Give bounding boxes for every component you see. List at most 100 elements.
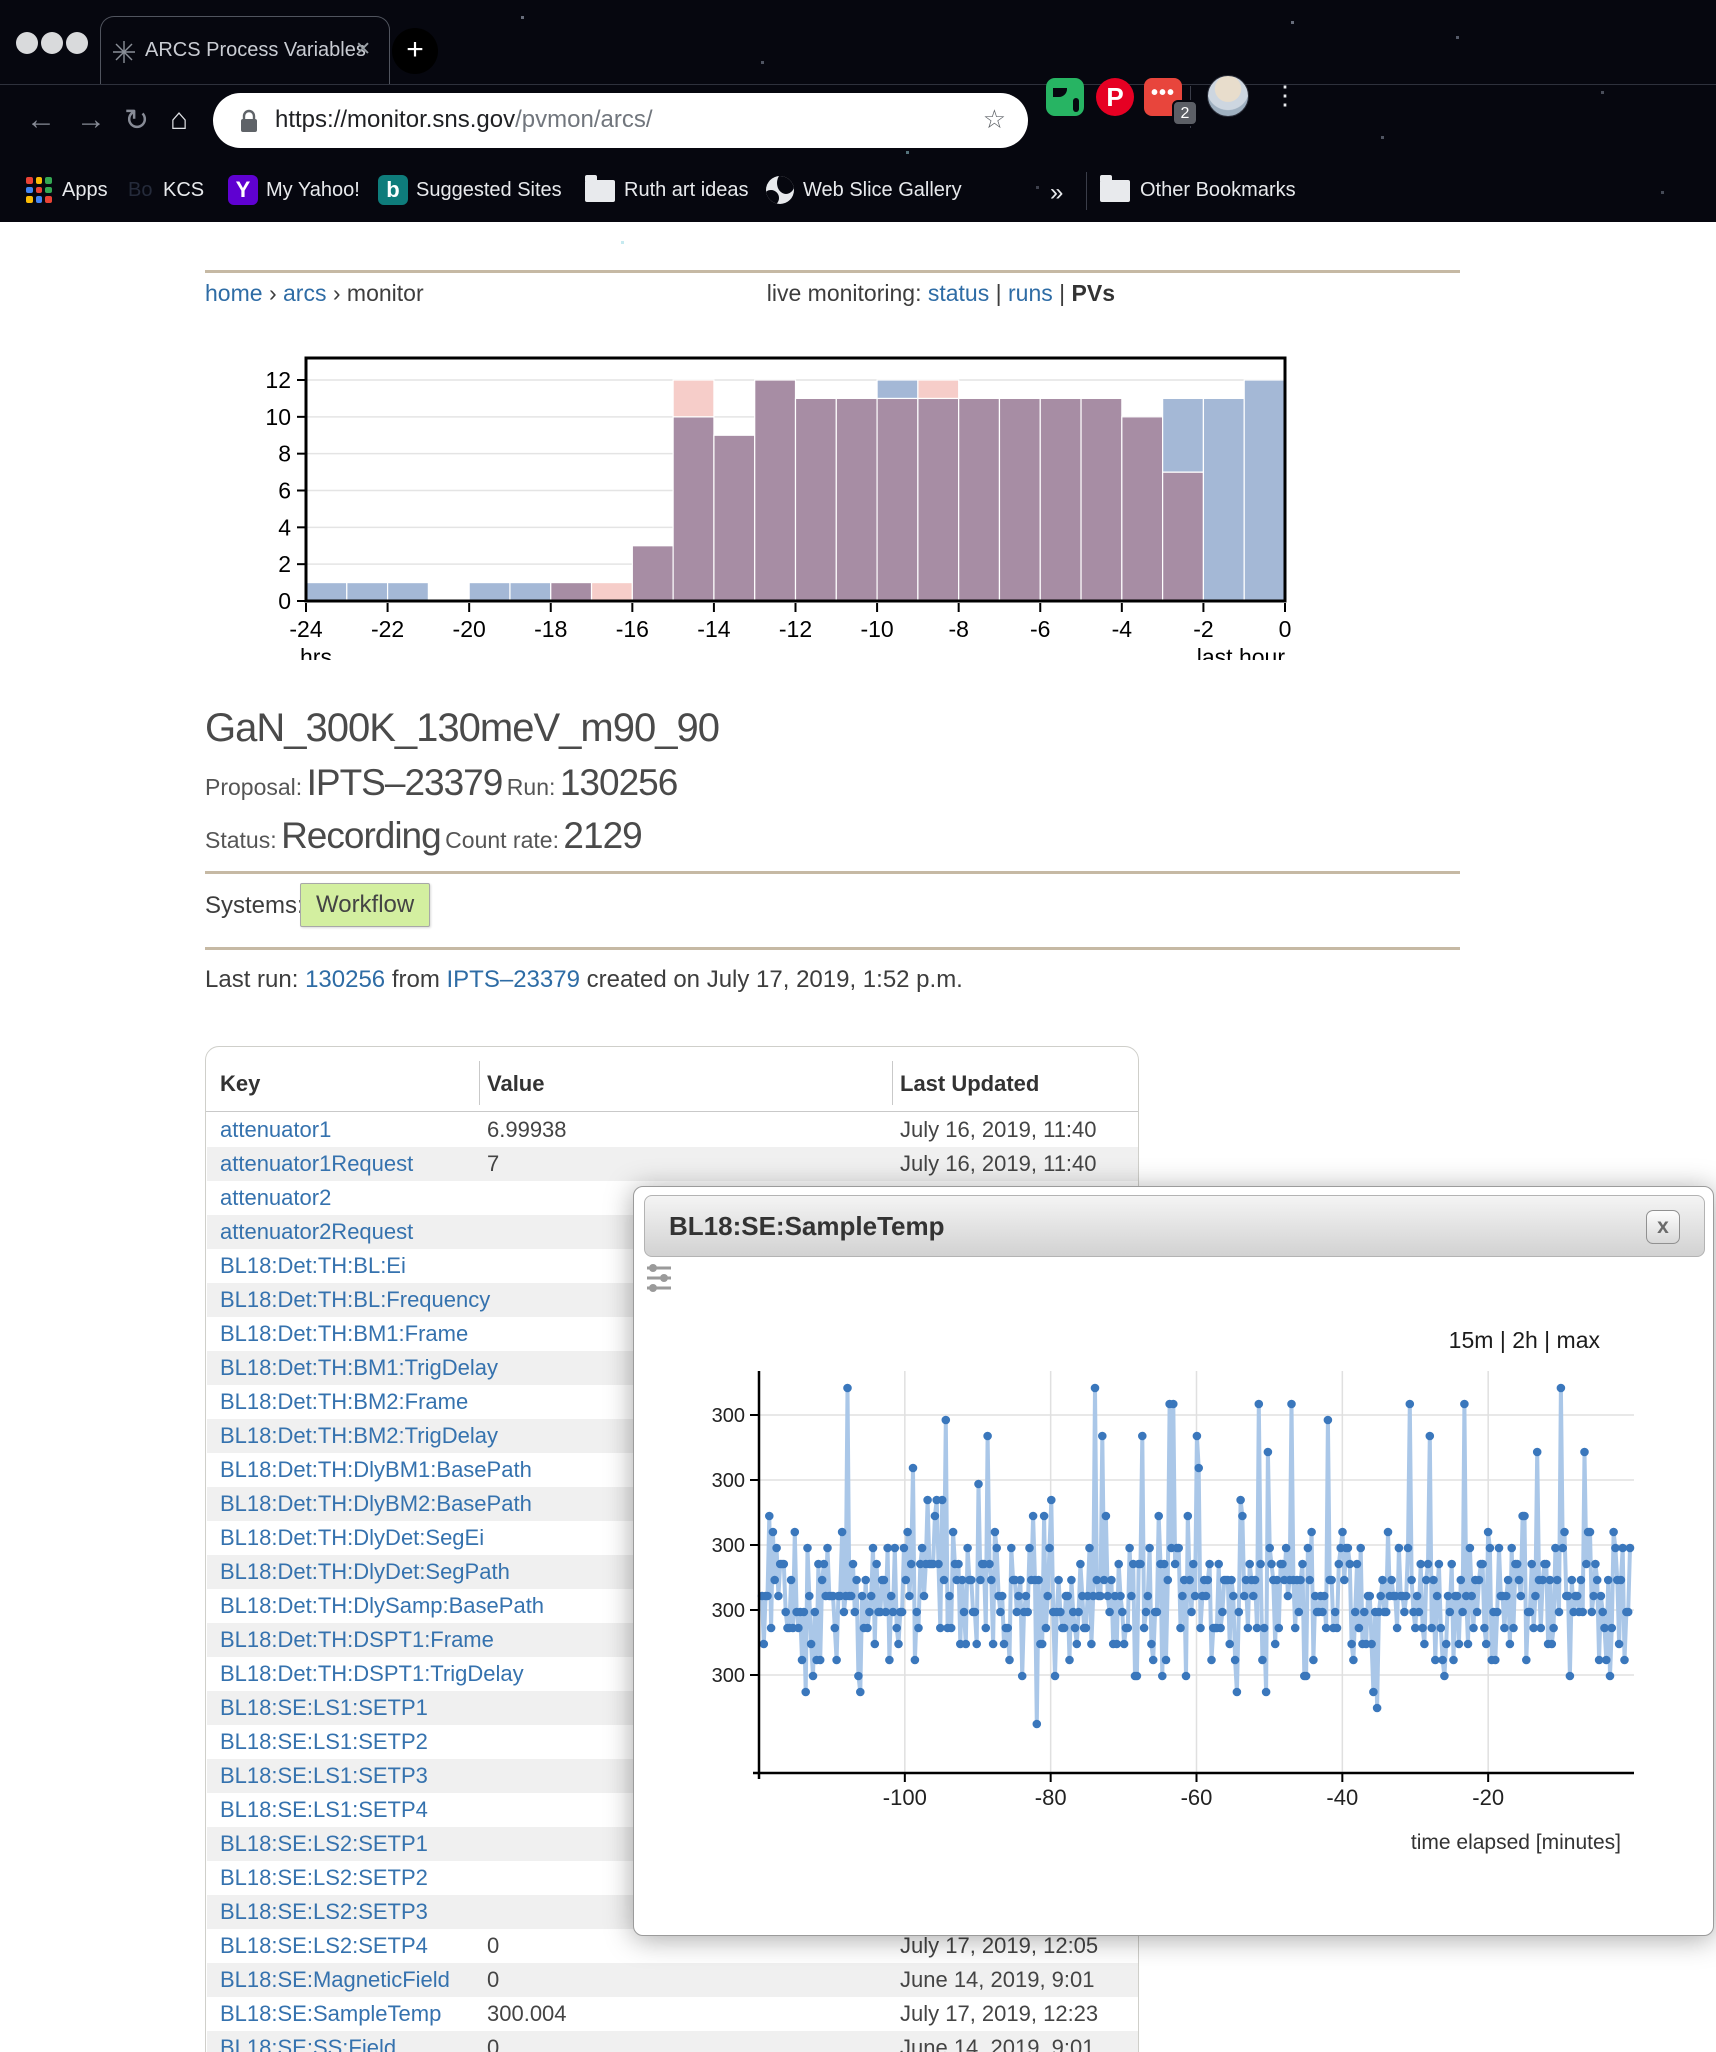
header-divider — [479, 1061, 480, 1105]
svg-text:time elapsed [minutes]: time elapsed [minutes] — [1411, 1831, 1621, 1854]
svg-text:-6: -6 — [1030, 616, 1050, 642]
svg-text:6: 6 — [278, 478, 291, 504]
plot-settings-sliders-icon[interactable] — [646, 1263, 672, 1293]
forward-icon[interactable]: → — [76, 103, 106, 137]
url-text[interactable]: https://monitor.sns.gov/pvmon/arcs/ — [275, 106, 653, 134]
pv-key-link[interactable]: BL18:Det:TH:DlySamp:BasePath — [220, 1593, 544, 1619]
pv-key-link[interactable]: BL18:Det:TH:BL:Frequency — [220, 1287, 490, 1313]
pv-key-link[interactable]: BL18:Det:TH:BM1:Frame — [220, 1321, 468, 1347]
svg-text:-10: -10 — [860, 616, 893, 642]
count-rate-value: 2129 — [563, 815, 641, 856]
svg-text:4: 4 — [278, 514, 291, 540]
svg-text:last hour: last hour — [1197, 644, 1286, 660]
pv-key-link[interactable]: BL18:Det:TH:BL:Ei — [220, 1253, 406, 1279]
back-icon[interactable]: ← — [26, 103, 56, 137]
pv-key-link[interactable]: BL18:Det:TH:BM1:TrigDelay — [220, 1355, 498, 1381]
run-label: Run: — [507, 774, 556, 800]
folder-icon — [585, 180, 615, 202]
bookmark-other-bookmarks[interactable]: Other Bookmarks — [1140, 179, 1296, 202]
bookmarks-overflow-chevron[interactable]: » — [1050, 179, 1063, 207]
pv-key-link[interactable]: BL18:SE:SampleTemp — [220, 2001, 441, 2027]
address-bar[interactable]: https://monitor.sns.gov/pvmon/arcs/ ☆ — [213, 93, 1028, 148]
range-max-link[interactable]: max — [1557, 1327, 1600, 1353]
sampletemp-modal: BL18:SE:SampleTemp x 15m | 2h | max 3003… — [633, 1186, 1714, 1936]
modal-header[interactable]: BL18:SE:SampleTemp x — [644, 1195, 1705, 1257]
pv-key-link[interactable]: BL18:Det:TH:DSPT1:Frame — [220, 1627, 494, 1653]
range-15m-link[interactable]: 15m — [1449, 1327, 1494, 1353]
pv-key-link[interactable]: BL18:SE:LS1:SETP1 — [220, 1695, 428, 1721]
home-icon[interactable]: ⌂ — [170, 103, 188, 137]
pv-key-link[interactable]: BL18:SE:MagneticField — [220, 1967, 450, 1993]
pv-key-link[interactable]: BL18:Det:TH:DlyBM2:BasePath — [220, 1491, 532, 1517]
last-run-number-link[interactable]: 130256 — [305, 966, 385, 993]
live-monitoring-nav: live monitoring: status | runs | PVs — [205, 280, 1115, 307]
pv-key-link[interactable]: BL18:SE:LS1:SETP3 — [220, 1763, 428, 1789]
window-zoom-button[interactable] — [66, 32, 88, 54]
last-run-from: from — [392, 966, 440, 993]
svg-text:-2: -2 — [1193, 616, 1213, 642]
pv-key-link[interactable]: BL18:Det:TH:BM2:Frame — [220, 1389, 468, 1415]
evernote-extension-icon[interactable] — [1046, 78, 1084, 116]
bookmark-suggested-sites[interactable]: Suggested Sites — [416, 179, 562, 202]
pv-key-link[interactable]: attenuator1 — [220, 1117, 331, 1143]
pv-key-link[interactable]: BL18:SE:LS2:SETP4 — [220, 1933, 428, 1959]
pinterest-extension-icon[interactable]: P — [1096, 78, 1134, 116]
apps-grid-icon[interactable] — [26, 177, 52, 203]
pv-key-link[interactable]: attenuator1Request — [220, 1151, 413, 1177]
column-header-key: Key — [220, 1071, 260, 1097]
bookmark-kcs[interactable]: KCS — [163, 179, 204, 202]
bookmark-ruth-art-ideas[interactable]: Ruth art ideas — [624, 179, 749, 202]
svg-text:-22: -22 — [371, 616, 404, 642]
pv-key-link[interactable]: BL18:Det:TH:DlyBM1:BasePath — [220, 1457, 532, 1483]
modal-close-button[interactable]: x — [1646, 1210, 1680, 1244]
pv-key-link[interactable]: BL18:SE:SS:Field — [220, 2035, 396, 2052]
last-run-proposal-link[interactable]: IPTS–23379 — [447, 966, 580, 993]
svg-text:0: 0 — [278, 588, 291, 614]
range-2h-link[interactable]: 2h — [1512, 1327, 1538, 1353]
bing-icon: b — [378, 175, 408, 205]
profile-avatar[interactable] — [1207, 75, 1249, 117]
browser-chrome: ARCS Process Variables ✕ + ← → ↻ ⌂ https… — [0, 0, 1716, 222]
browser-tab[interactable]: ARCS Process Variables ✕ — [100, 16, 390, 84]
window-minimize-button[interactable] — [41, 32, 63, 54]
pv-key-link[interactable]: BL18:Det:TH:DlyDet:SegPath — [220, 1559, 510, 1585]
nav-status-link[interactable]: status — [928, 280, 989, 306]
svg-text:300: 300 — [712, 1600, 745, 1622]
workflow-button[interactable]: Workflow — [300, 883, 430, 927]
pv-key-link[interactable]: BL18:SE:LS2:SETP1 — [220, 1831, 428, 1857]
tab-close-icon[interactable]: ✕ — [355, 38, 371, 61]
bookmark-web-slice-gallery[interactable]: Web Slice Gallery — [803, 179, 962, 202]
column-header-value: Value — [487, 1071, 544, 1097]
new-tab-button[interactable]: + — [392, 28, 438, 74]
pv-key-link[interactable]: attenuator2Request — [220, 1219, 413, 1245]
svg-text:-80: -80 — [1035, 1785, 1067, 1810]
bookmark-apps[interactable]: Apps — [62, 179, 108, 202]
pv-key-link[interactable]: BL18:SE:LS1:SETP2 — [220, 1729, 428, 1755]
pv-key-link[interactable]: BL18:Det:TH:DlyDet:SegEi — [220, 1525, 484, 1551]
bookmark-faint[interactable]: Bo — [128, 179, 152, 202]
pv-key-link[interactable]: BL18:SE:LS2:SETP3 — [220, 1899, 428, 1925]
nav-pvs-current: PVs — [1072, 280, 1115, 306]
top-rule — [205, 270, 1460, 273]
svg-text:-4: -4 — [1112, 616, 1133, 642]
bookmark-my-yahoo[interactable]: My Yahoo! — [266, 179, 360, 202]
svg-text:hrs: hrs — [300, 644, 332, 660]
bookmark-star-icon[interactable]: ☆ — [983, 104, 1006, 135]
svg-text:-20: -20 — [453, 616, 486, 642]
svg-text:-100: -100 — [883, 1785, 927, 1810]
pv-key-link[interactable]: BL18:SE:LS2:SETP2 — [220, 1865, 428, 1891]
pv-key-link[interactable]: BL18:SE:LS1:SETP4 — [220, 1797, 428, 1823]
window-close-button[interactable] — [16, 32, 38, 54]
nav-runs-link[interactable]: runs — [1008, 280, 1053, 306]
svg-text:-18: -18 — [534, 616, 567, 642]
pv-key-link[interactable]: BL18:Det:TH:BM2:TrigDelay — [220, 1423, 498, 1449]
yahoo-icon: Y — [228, 175, 258, 205]
svg-text:300: 300 — [712, 1470, 745, 1492]
browser-menu-icon[interactable]: ⋮ — [1272, 80, 1298, 111]
pv-key-link[interactable]: BL18:Det:TH:DSPT1:TrigDelay — [220, 1661, 524, 1687]
reload-icon[interactable]: ↻ — [124, 103, 149, 138]
pv-value: 7 — [487, 1151, 499, 1177]
extension-badge: 2 — [1172, 100, 1198, 126]
pv-key-link[interactable]: attenuator2 — [220, 1185, 331, 1211]
svg-text:-40: -40 — [1326, 1785, 1358, 1810]
